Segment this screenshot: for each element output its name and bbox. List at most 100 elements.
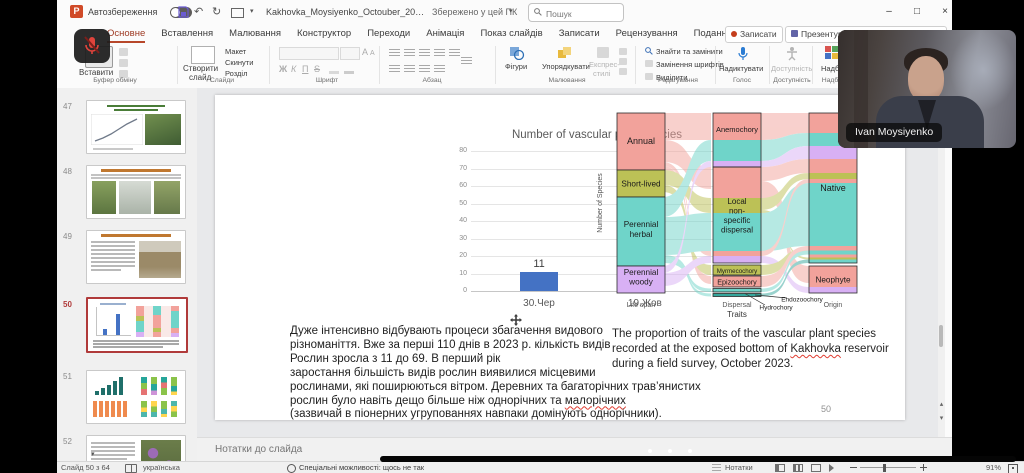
node-label-anemochory: Anemochory — [716, 125, 758, 134]
new-slide-button[interactable]: Створити — [183, 64, 218, 73]
tab-animatsiya[interactable]: Анімація — [426, 24, 464, 43]
reset-button[interactable]: Скинути — [225, 58, 253, 67]
align-right-icon[interactable] — [419, 65, 430, 74]
justify-icon[interactable] — [434, 65, 445, 74]
grow-font-icon[interactable]: A — [362, 45, 368, 59]
slide-thumbnail-52[interactable] — [86, 435, 186, 461]
indent-decrease-icon[interactable] — [419, 49, 430, 58]
tab-pokaz-slaidiv[interactable]: Показ слайдів — [480, 24, 542, 43]
layout-button[interactable]: Макет — [225, 47, 246, 56]
bullets-icon[interactable] — [389, 49, 400, 58]
copy-icon[interactable] — [119, 59, 128, 67]
shapes-button[interactable]: Фігури — [505, 62, 527, 71]
thumb-art — [141, 401, 147, 417]
align-left-icon[interactable] — [389, 65, 400, 74]
fit-to-window-icon[interactable] — [1008, 464, 1018, 473]
shape-effects-icon[interactable] — [619, 68, 627, 75]
slide-canvas[interactable]: Number of vascular plant species 0102030… — [215, 95, 905, 420]
thumbnail-number-47: 47 — [63, 102, 83, 111]
bar-30.Чер[interactable] — [520, 272, 558, 291]
text-line: заростання більшість видів рослин виявил… — [290, 367, 650, 381]
spellcheck-book-icon[interactable] — [125, 464, 137, 473]
save-icon[interactable] — [178, 6, 189, 18]
slide-thumbnail-50-selected[interactable] — [86, 297, 188, 353]
scrollbar-thumb[interactable] — [939, 325, 943, 347]
language-indicator[interactable]: українська — [143, 462, 180, 473]
font-color-icon[interactable] — [344, 71, 354, 74]
undo-icon[interactable]: ↶ — [194, 0, 203, 24]
redo-icon[interactable]: ↻ — [212, 0, 221, 24]
thumb-art — [91, 446, 135, 448]
slide-thumbnail-51[interactable] — [86, 370, 186, 424]
accessibility-status[interactable]: Спеціальні можливості: щось не так — [299, 462, 424, 473]
paste-button[interactable]: Вставити — [79, 68, 113, 77]
zoom-slider-thumb[interactable] — [883, 464, 886, 472]
thumbnail-number-50: 50 — [63, 300, 83, 309]
quick-styles-button[interactable]: Експрес- — [589, 60, 620, 69]
slide-thumbnail-48[interactable] — [86, 165, 186, 219]
maximize-button[interactable]: □ — [905, 0, 929, 24]
slideshow-icon[interactable] — [231, 8, 244, 18]
record-button[interactable]: Записати — [725, 26, 783, 43]
slide-thumbnail-47[interactable] — [86, 100, 186, 154]
thumbnail-number-49: 49 — [63, 232, 83, 241]
node-label-local-2: non- — [729, 207, 745, 216]
powerpoint-logo-icon[interactable]: P — [70, 5, 83, 18]
line-spacing-icon[interactable] — [449, 49, 460, 58]
font-name-input[interactable] — [279, 47, 339, 60]
shape-outline-icon[interactable] — [619, 58, 627, 65]
numbering-icon[interactable] — [404, 49, 415, 58]
indent-increase-icon[interactable] — [434, 49, 445, 58]
text-direction-icon[interactable] — [461, 57, 472, 66]
slide-body-text[interactable]: Дуже інтенсивно відбувають процеси збага… — [290, 325, 650, 422]
search-input[interactable]: Пошук — [528, 3, 624, 22]
arrange-button[interactable]: Упорядкувати — [542, 62, 590, 71]
underline-button[interactable]: П — [302, 62, 308, 76]
notes-toggle-button[interactable]: Нотатки — [725, 462, 753, 473]
tab-vstavlennya[interactable]: Вставлення — [161, 24, 213, 43]
highlight-color-icon[interactable] — [329, 71, 339, 74]
slideshow-view-button[interactable] — [829, 464, 834, 472]
dictate-button[interactable]: Надиктувати — [719, 64, 763, 73]
text-line: рослинами, які поширюються вітром. Дерев… — [290, 381, 650, 395]
node-label-endozoochory: Endozoochory — [781, 297, 823, 304]
tab-osnovne[interactable]: Основне — [107, 24, 145, 43]
thumb-scroll-down-icon[interactable]: ▾ — [91, 450, 95, 458]
italic-button[interactable]: К — [291, 62, 296, 76]
thumb-art — [153, 315, 161, 328]
normal-view-button[interactable] — [775, 464, 785, 472]
accessibility-button[interactable]: Доступність — [771, 64, 812, 73]
drawing-group-label: Малювання — [537, 77, 597, 84]
font-size-input[interactable] — [340, 47, 360, 60]
slide-thumbnail-49[interactable] — [86, 230, 186, 284]
tab-malyuvannya[interactable]: Малювання — [229, 24, 281, 43]
slide-caption-text[interactable]: The proportion of traits of the vascular… — [612, 327, 897, 373]
replace-fonts-button[interactable]: Замінення шрифтів — [656, 60, 724, 69]
shape-fill-icon[interactable] — [619, 48, 627, 55]
strikethrough-button[interactable]: S — [314, 62, 320, 76]
microphone-muted-indicator[interactable] — [74, 29, 110, 63]
shrink-font-icon[interactable]: A — [370, 47, 375, 61]
find-replace-button[interactable]: Знайти та замінити — [656, 47, 723, 56]
participant-video-tile[interactable]: Ivan Moysiyenko — [838, 30, 1016, 148]
zoom-out-icon[interactable] — [850, 467, 857, 468]
tab-konstruktor[interactable]: Конструктор — [297, 24, 351, 43]
reading-view-button[interactable] — [811, 464, 821, 472]
tab-retsenzuvannya[interactable]: Рецензування — [616, 24, 678, 43]
zoom-slider-track[interactable] — [860, 467, 916, 468]
y-axis-tick-label: 70 — [453, 165, 467, 172]
previous-slide-button[interactable]: ▴ — [938, 400, 945, 408]
minimize-button[interactable]: – — [877, 0, 901, 24]
node-label-hydrochory: Hydrochory — [759, 305, 793, 312]
bold-button[interactable]: Ж — [279, 62, 287, 76]
align-center-icon[interactable] — [404, 65, 415, 74]
cut-icon[interactable] — [119, 48, 128, 56]
quick-access-dropdown-icon[interactable]: ▾ — [250, 0, 254, 24]
tab-zapysaty[interactable]: Записати — [559, 24, 600, 43]
slide-sorter-view-button[interactable] — [793, 464, 803, 472]
saved-status[interactable]: Збережено у цей ПК — [432, 0, 517, 24]
addins-button[interactable]: Надб — [821, 64, 839, 73]
tab-perekhody[interactable]: Переходи — [367, 24, 410, 43]
zoom-percentage[interactable]: 91% — [986, 462, 1001, 473]
next-slide-button[interactable]: ▾ — [938, 414, 945, 422]
